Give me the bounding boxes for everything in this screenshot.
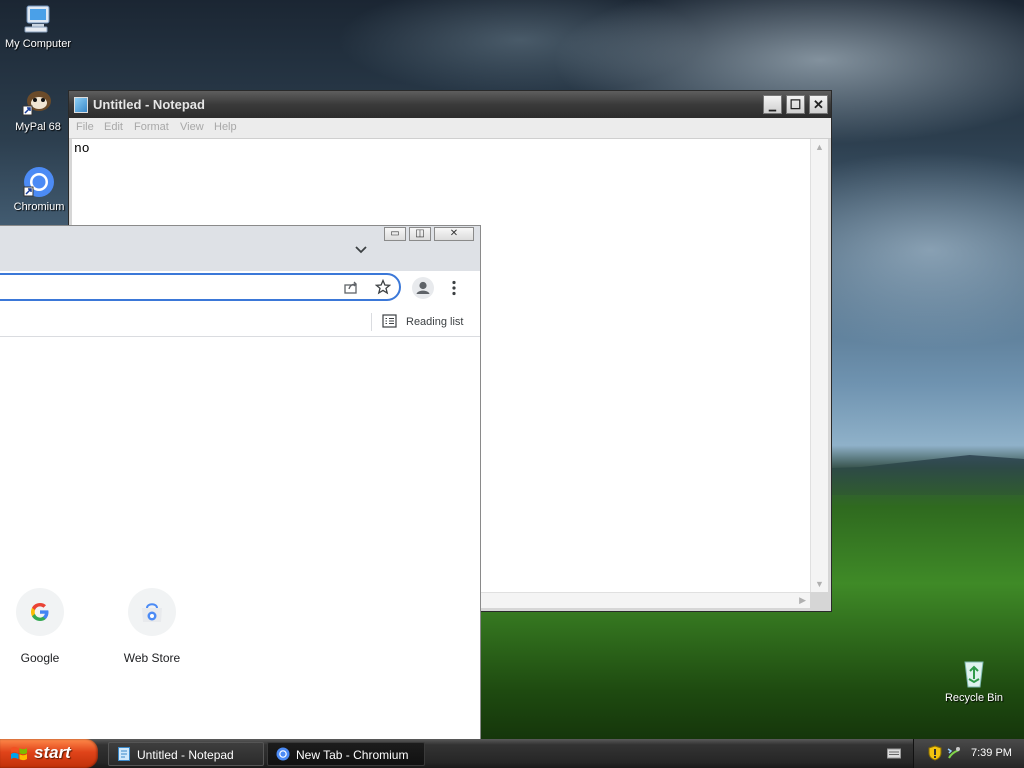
scroll-down-icon[interactable]: ▼ <box>815 579 824 589</box>
chromium-toolbar <box>0 271 480 305</box>
bookmarks-divider <box>371 313 372 331</box>
mypal-icon <box>22 86 54 118</box>
menu-view[interactable]: View <box>180 121 204 133</box>
reading-list-icon <box>382 314 397 328</box>
reading-list-button[interactable]: Reading list <box>382 311 472 331</box>
desktop-icon-label: Chromium <box>13 201 65 213</box>
shortcut-web-store[interactable]: Web Store <box>102 588 202 665</box>
bookmark-star-icon[interactable] <box>375 279 391 295</box>
profile-icon <box>416 281 430 294</box>
desktop-icon-mypal[interactable]: MyPal 68 <box>0 86 76 134</box>
notepad-title: Untitled - Notepad <box>93 97 205 112</box>
desktop-icon-my-computer[interactable]: My Computer <box>0 3 76 51</box>
reading-list-label: Reading list <box>406 316 464 328</box>
close-icon: ✕ <box>813 97 824 112</box>
web-store-icon <box>128 588 176 636</box>
vertical-scrollbar[interactable]: ▲ ▼ <box>810 139 828 592</box>
new-tab-page: Google Web Store <box>0 337 480 737</box>
desktop-icon-label: My Computer <box>4 38 72 50</box>
minimize-button[interactable]: ▁ <box>763 95 782 114</box>
menu-format[interactable]: Format <box>134 121 169 133</box>
taskbar-item-chromium[interactable]: New Tab - Chromium <box>267 742 425 766</box>
shortcut-label: Google <box>20 651 60 665</box>
maximize-button[interactable]: ☐ <box>786 95 805 114</box>
notepad-titlebar[interactable]: Untitled - Notepad ▁ ☐ ✕ <box>69 91 831 118</box>
address-bar[interactable] <box>0 273 401 301</box>
taskbar-item-label: Untitled - Notepad <box>137 748 234 762</box>
minimize-icon: ▁ <box>769 101 776 111</box>
menu-edit[interactable]: Edit <box>104 121 123 133</box>
chromium-window: ▭ ◫ ✕ Reading list Google Web Store <box>0 225 481 739</box>
notepad-menubar: File Edit Format View Help <box>69 118 831 139</box>
tab-search-chevron-icon[interactable] <box>354 245 368 255</box>
keyboard-icon[interactable] <box>887 747 901 759</box>
maximize-icon: ☐ <box>789 97 802 112</box>
chromium-restore-button[interactable]: ◫ <box>409 227 431 241</box>
close-button[interactable]: ✕ <box>809 95 828 114</box>
bookmarks-bar: Reading list <box>0 305 480 337</box>
shortcut-google[interactable]: Google <box>0 588 90 665</box>
my-computer-icon <box>22 3 54 35</box>
menu-file[interactable]: File <box>76 121 94 133</box>
menu-help[interactable]: Help <box>214 121 237 133</box>
google-icon <box>16 588 64 636</box>
notepad-icon <box>74 97 88 113</box>
chromium-minimize-button[interactable]: ▭ <box>384 227 406 241</box>
notepad-icon <box>118 747 130 761</box>
desktop: My Computer MyPal 68 Chromium Recycle Bi… <box>0 0 1024 768</box>
recycle-bin-icon <box>958 657 990 689</box>
windows-logo-icon <box>11 746 27 761</box>
chromium-tabstrip: ▭ ◫ ✕ <box>0 226 480 271</box>
profile-avatar[interactable] <box>412 277 434 299</box>
scroll-up-icon[interactable]: ▲ <box>815 142 824 152</box>
desktop-icon-chromium[interactable]: Chromium <box>1 166 77 214</box>
chromium-icon <box>276 747 290 761</box>
desktop-icon-label: MyPal 68 <box>15 121 61 133</box>
chromium-close-button[interactable]: ✕ <box>434 227 474 241</box>
security-shield-icon[interactable] <box>928 745 942 761</box>
shortcut-label: Web Store <box>123 651 181 665</box>
network-icon[interactable] <box>946 745 962 761</box>
restore-icon: ◫ <box>415 228 425 239</box>
start-button[interactable]: start <box>0 739 98 768</box>
taskbar: start Untitled - Notepad New Tab - Chrom… <box>0 739 1024 768</box>
close-icon: ✕ <box>449 228 459 239</box>
taskbar-item-label: New Tab - Chromium <box>296 748 409 762</box>
system-tray: 7:39 PM <box>913 739 1024 768</box>
desktop-icon-recycle-bin[interactable]: Recycle Bin <box>936 657 1012 705</box>
share-icon[interactable] <box>343 280 359 295</box>
clock[interactable]: 7:39 PM <box>971 747 1012 759</box>
menu-kebab-icon[interactable] <box>448 280 460 296</box>
scroll-right-icon[interactable]: ▶ <box>799 595 806 606</box>
desktop-icon-label: Recycle Bin <box>944 692 1004 704</box>
minimize-icon: ▭ <box>390 228 400 239</box>
chromium-icon <box>23 166 55 198</box>
start-label: start <box>34 743 71 762</box>
taskbar-item-notepad[interactable]: Untitled - Notepad <box>108 742 264 766</box>
